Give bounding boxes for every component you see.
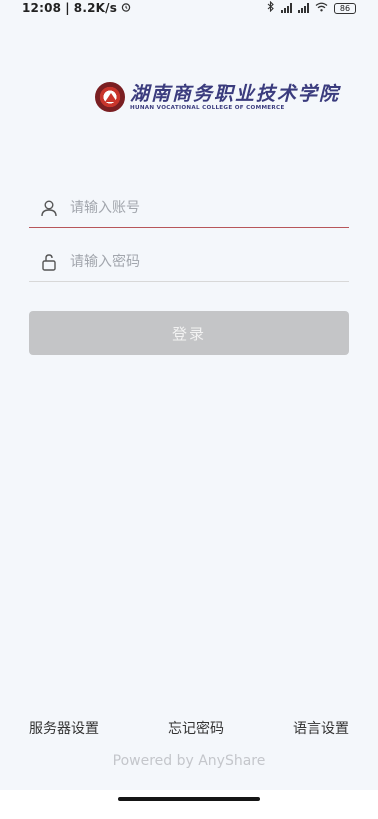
status-bar: 12:08 | 8.2K/s 86 bbox=[0, 0, 378, 16]
user-icon bbox=[38, 197, 60, 219]
language-settings-link[interactable]: 语言设置 bbox=[293, 718, 349, 738]
login-button[interactable]: 登录 bbox=[29, 311, 349, 355]
wifi-icon bbox=[315, 1, 328, 15]
college-logo: 湖南商务职业技术学院 HUNAN VOCATIONAL COLLEGE OF C… bbox=[95, 82, 340, 112]
account-field[interactable] bbox=[29, 188, 349, 228]
status-left: 12:08 | 8.2K/s bbox=[22, 1, 131, 15]
powered-by-text: Powered by AnyShare bbox=[112, 753, 266, 769]
bottom-area bbox=[0, 790, 378, 819]
bluetooth-icon bbox=[267, 0, 275, 15]
alarm-icon bbox=[121, 1, 131, 15]
password-field[interactable] bbox=[29, 242, 349, 282]
server-settings-link[interactable]: 服务器设置 bbox=[29, 718, 99, 738]
footer-links: 服务器设置 忘记密码 语言设置 bbox=[29, 718, 349, 738]
account-input[interactable] bbox=[68, 198, 349, 217]
status-time: 12:08 bbox=[22, 1, 62, 15]
status-separator: | bbox=[65, 1, 70, 15]
password-input[interactable] bbox=[68, 252, 349, 271]
college-name-en: HUNAN VOCATIONAL COLLEGE OF COMMERCE bbox=[130, 105, 285, 111]
lock-icon bbox=[38, 251, 60, 273]
college-name-cn: 湖南商务职业技术学院 bbox=[130, 83, 341, 105]
college-emblem-icon bbox=[95, 82, 125, 112]
signal-2-icon bbox=[298, 3, 309, 13]
network-speed: 8.2K/s bbox=[73, 1, 118, 15]
signal-1-icon bbox=[281, 3, 292, 13]
logo-text: 湖南商务职业技术学院 HUNAN VOCATIONAL COLLEGE OF C… bbox=[130, 83, 340, 111]
battery-icon: 86 bbox=[334, 2, 356, 14]
forgot-password-link[interactable]: 忘记密码 bbox=[168, 718, 224, 738]
home-indicator[interactable] bbox=[118, 797, 260, 801]
status-right: 86 bbox=[267, 0, 356, 15]
